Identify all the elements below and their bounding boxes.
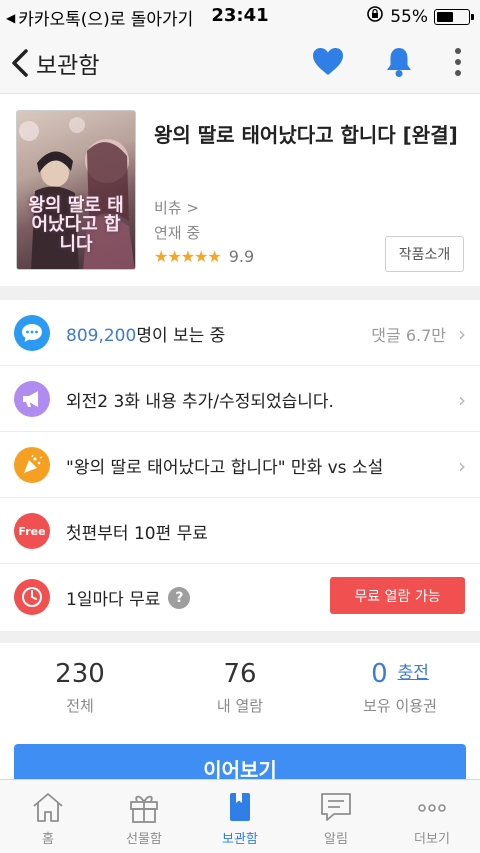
ticket-count: 0 <box>371 659 388 689</box>
daily-free-text: 1일마다 무료 <box>66 590 161 610</box>
tab-home-label: 홈 <box>42 832 54 847</box>
chevron-left-icon <box>12 49 28 77</box>
top-header: 보관함 <box>0 32 480 94</box>
list-item-event[interactable]: "왕의 딸로 태어났다고 합니다" 만화 vs 소설 › <box>0 432 480 498</box>
battery-icon <box>434 8 474 25</box>
book-title: 왕의 딸로 태어났다고 합니다 [완결] <box>154 123 458 147</box>
chevron-right-icon: › <box>458 322 466 346</box>
stat-read-label: 내 열람 <box>216 697 264 715</box>
cover-title: 왕의 딸로 태어났다고 합니다 <box>28 194 124 256</box>
viewer-text: 명이 보는 중 <box>136 326 226 346</box>
bell-icon[interactable] <box>384 46 414 82</box>
stat-total[interactable]: 230 전체 <box>0 643 160 735</box>
megaphone-icon <box>14 381 50 417</box>
tab-notifications-label: 알림 <box>324 832 348 847</box>
comment-count: 댓글 6.7만 <box>371 326 446 345</box>
list-item-daily-free: 1일마다 무료? 무료 열람 가능 <box>0 564 480 630</box>
list-item-free-episodes: Free 첫편부터 10편 무료 <box>0 498 480 564</box>
home-icon <box>33 793 63 822</box>
battery-percent: 55% <box>390 6 428 27</box>
tab-home[interactable]: 홈 <box>0 780 96 853</box>
stat-total-label: 전체 <box>66 697 94 715</box>
help-icon[interactable]: ? <box>168 587 191 609</box>
chat-icon <box>14 315 50 351</box>
tab-library-label: 보관함 <box>222 832 258 847</box>
tab-gift-label: 선물함 <box>126 832 162 847</box>
section-divider <box>0 286 480 300</box>
star-rating-icon: ★★★★★ <box>154 247 222 266</box>
rating: ★★★★★ 9.9 <box>154 247 254 266</box>
info-list: 809,200명이 보는 중 댓글 6.7만 › 외전2 3화 내용 추가/수정… <box>0 300 480 630</box>
tab-more-label: 더보기 <box>414 832 450 847</box>
chevron-right-icon: › <box>458 454 466 478</box>
status-bar: ◀ 카카오톡(으)로 돌아가기 23:41 55% <box>0 0 480 32</box>
stat-read[interactable]: 76 내 열람 <box>160 643 320 735</box>
tab-gift[interactable]: 선물함 <box>96 780 192 853</box>
serial-status: 연재 중 <box>154 224 201 242</box>
chevron-right-icon: › <box>458 388 466 412</box>
gift-icon <box>130 795 158 823</box>
stat-tickets-label: 보유 이용권 <box>363 697 437 715</box>
event-text: "왕의 딸로 태어났다고 합니다" 만화 vs 소설 <box>66 458 384 478</box>
back-label: 보관함 <box>36 53 100 79</box>
back-button[interactable]: 보관함 <box>10 46 99 80</box>
list-item-viewers[interactable]: 809,200명이 보는 중 댓글 6.7만 › <box>0 300 480 366</box>
book-info: 왕의 딸로 태어났다고 합니다 왕의 딸로 태어났다고 합니다 [완결] 비츄 … <box>0 94 480 286</box>
charge-link[interactable]: 충전 <box>398 663 429 683</box>
tab-library[interactable]: 보관함 <box>192 780 288 853</box>
rotation-lock-icon <box>366 5 384 28</box>
stat-total-value: 230 <box>55 659 105 689</box>
stat-read-value: 76 <box>223 659 257 689</box>
intro-button[interactable]: 작품소개 <box>385 236 464 272</box>
free-badge-label: Free <box>18 524 46 538</box>
battery-level <box>437 11 453 22</box>
free-icon: Free <box>14 513 50 549</box>
free-episodes-text: 첫편부터 10편 무료 <box>66 524 208 544</box>
list-item-notice[interactable]: 외전2 3화 내용 추가/수정되었습니다. › <box>0 366 480 432</box>
bookmark-book-icon <box>230 793 250 821</box>
heart-icon[interactable] <box>312 47 344 81</box>
notice-text: 외전2 3화 내용 추가/수정되었습니다. <box>66 392 334 412</box>
more-horizontal-icon <box>418 804 446 812</box>
rating-score: 9.9 <box>228 247 255 266</box>
stat-tickets: 0 충전 보유 이용권 <box>320 643 480 735</box>
book-cover[interactable]: 왕의 딸로 태어났다고 합니다 <box>16 110 136 270</box>
author-link[interactable]: 비츄 > <box>154 197 199 218</box>
party-icon <box>14 447 50 483</box>
tab-more[interactable]: 더보기 <box>384 780 480 853</box>
stats-bar: 230 전체 76 내 열람 0 충전 보유 이용권 <box>0 643 480 735</box>
message-icon <box>321 793 351 821</box>
free-view-button[interactable]: 무료 열람 가능 <box>330 577 465 614</box>
more-vertical-icon[interactable] <box>454 47 462 81</box>
tab-notifications[interactable]: 알림 <box>288 780 384 853</box>
viewer-count: 809,200 <box>66 326 137 346</box>
clock-icon <box>14 579 50 615</box>
bottom-tab-bar: 홈 선물함 보관함 알림 더보기 <box>0 779 480 853</box>
section-divider <box>0 631 480 643</box>
